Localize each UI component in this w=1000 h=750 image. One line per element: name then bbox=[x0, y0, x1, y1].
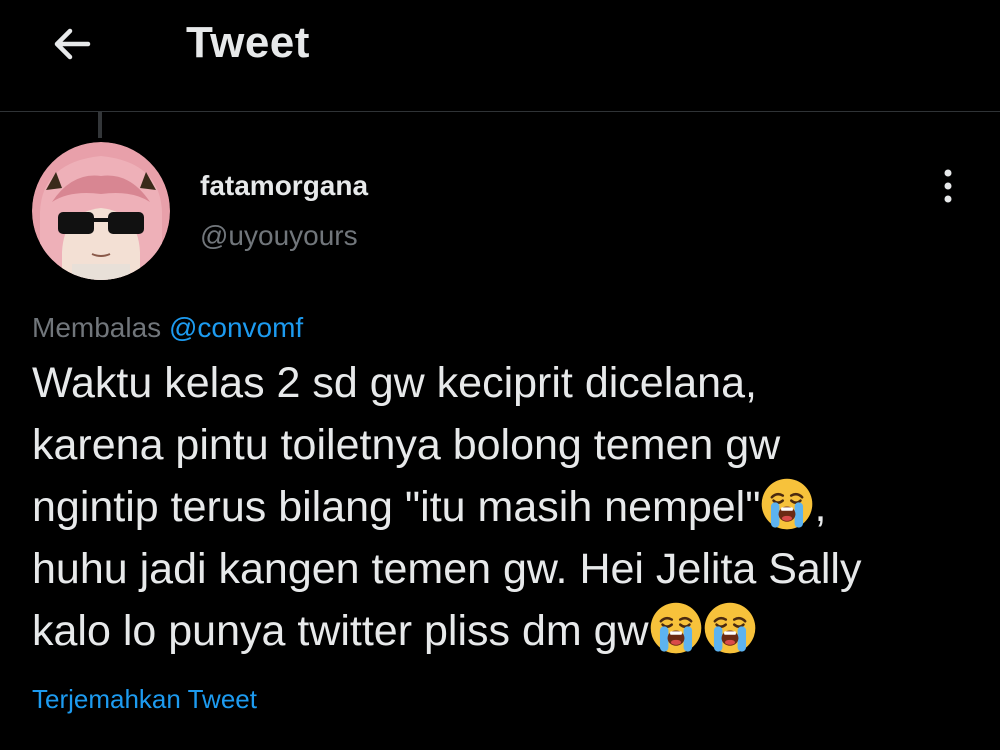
translate-tweet-link[interactable]: Terjemahkan Tweet bbox=[32, 684, 257, 715]
back-button[interactable] bbox=[44, 20, 100, 68]
tweet-text-line: karena pintu toiletnya bolong temen gw bbox=[32, 414, 972, 476]
tweet-text-line: ngintip terus bilang "itu masih nempel", bbox=[32, 476, 972, 538]
avatar[interactable] bbox=[32, 142, 170, 280]
reply-context: Membalas @convomf bbox=[32, 312, 303, 344]
tweet-text-segment: ngintip terus bilang "itu masih nempel" bbox=[32, 483, 761, 531]
more-vertical-icon bbox=[944, 169, 952, 203]
tweet-text: Waktu kelas 2 sd gw keciprit dicelana, k… bbox=[32, 352, 972, 662]
top-bar: Tweet bbox=[0, 0, 1000, 112]
tweet-text-segment: huhu jadi kangen temen gw. Hei Jelita Sa… bbox=[32, 545, 862, 593]
avatar-image bbox=[32, 142, 170, 280]
tweet-text-line: kalo lo punya twitter pliss dm gw bbox=[32, 600, 972, 662]
reply-prefix: Membalas bbox=[32, 312, 162, 343]
tweet-text-segment: karena pintu toiletnya bolong temen gw bbox=[32, 421, 781, 469]
loudly-crying-face-icon bbox=[649, 601, 703, 655]
loudly-crying-face-icon bbox=[703, 601, 757, 655]
tweet-text-segment: kalo lo punya twitter pliss dm gw bbox=[32, 607, 649, 655]
arrow-left-icon bbox=[54, 28, 91, 60]
author-handle[interactable]: @uyouyours bbox=[200, 220, 358, 252]
page-title: Tweet bbox=[186, 18, 310, 67]
reply-handle-link[interactable]: @convomf bbox=[169, 312, 303, 343]
tweet-text-line: huhu jadi kangen temen gw. Hei Jelita Sa… bbox=[32, 538, 972, 600]
tweet-text-segment: , bbox=[814, 483, 827, 531]
thread-connector bbox=[98, 112, 102, 138]
tweet-text-line: Waktu kelas 2 sd gw keciprit dicelana, bbox=[32, 352, 972, 414]
author-name[interactable]: fatamorgana bbox=[200, 170, 368, 202]
tweet-text-segment: Waktu kelas 2 sd gw keciprit dicelana, bbox=[32, 359, 757, 407]
loudly-crying-face-icon bbox=[760, 477, 814, 531]
more-options-button[interactable] bbox=[926, 162, 970, 210]
